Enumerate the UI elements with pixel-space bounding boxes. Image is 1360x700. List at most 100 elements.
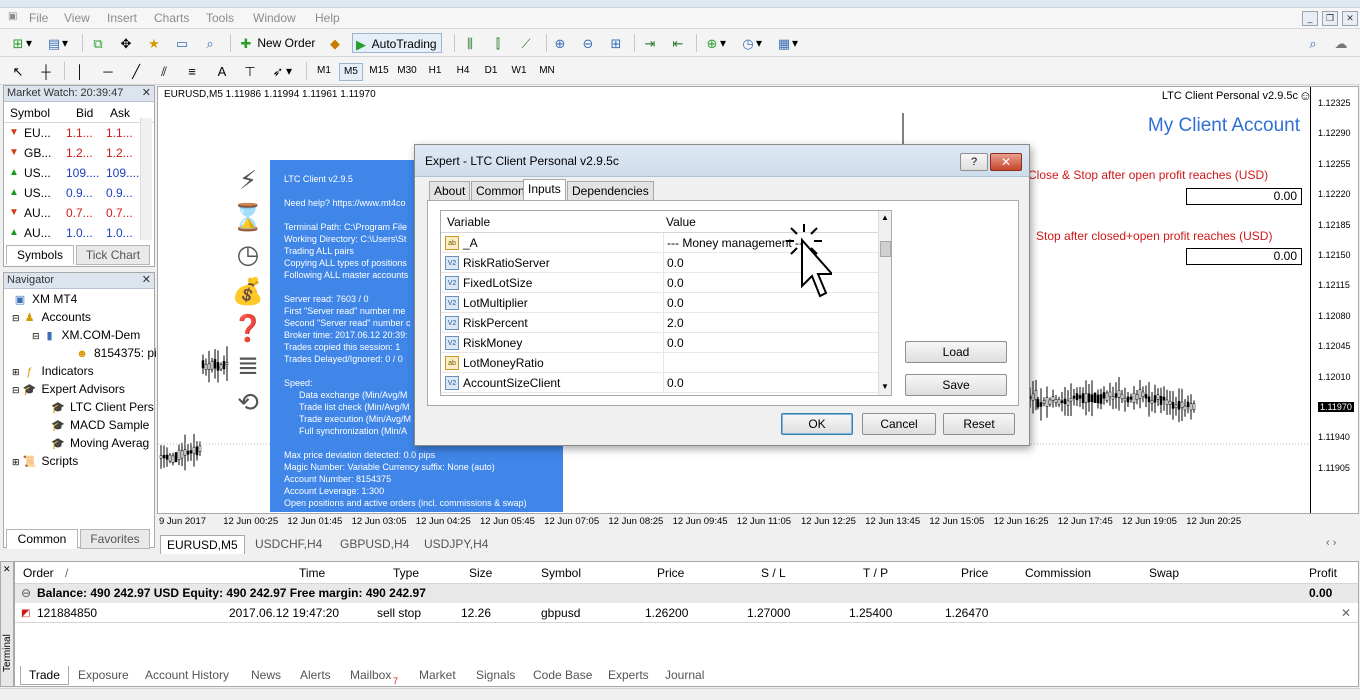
tab-common[interactable]: Common xyxy=(6,529,78,549)
market-watch-row[interactable]: ▲ US... 109.... 109.... xyxy=(4,163,156,183)
tf-mn[interactable]: MN xyxy=(535,63,559,79)
trendline-button[interactable]: ╱ xyxy=(128,61,144,81)
col-ask[interactable]: Ask xyxy=(110,103,130,123)
help-icon[interactable]: ❓ xyxy=(225,310,271,347)
text-button[interactable]: A xyxy=(214,61,230,81)
delete-order-icon[interactable]: ✕ xyxy=(1341,604,1351,623)
market-watch-row[interactable]: ▲ US... 0.9... 0.9... xyxy=(4,183,156,203)
menu-help[interactable]: Help xyxy=(315,11,340,25)
tab-news[interactable]: News xyxy=(251,666,281,684)
tab-mailbox[interactable]: Mailbox xyxy=(350,666,391,684)
text-label-button[interactable]: ⊤ xyxy=(242,61,258,81)
input-value[interactable] xyxy=(663,353,878,373)
input-value[interactable]: 2.0 xyxy=(663,313,878,333)
inputs-scrollbar[interactable]: ▲ ▼ xyxy=(878,211,891,395)
tab-code-base[interactable]: Code Base xyxy=(533,666,592,684)
tab-tick-chart[interactable]: Tick Chart xyxy=(76,245,150,265)
tab-favorites[interactable]: Favorites xyxy=(80,529,150,549)
market-watch-row[interactable]: ▼ GB... 1.2... 1.2... xyxy=(4,143,156,163)
dialog-close-button[interactable]: ✕ xyxy=(990,153,1022,171)
search-button[interactable]: ⌕ xyxy=(1305,33,1321,53)
reset-button[interactable]: Reset xyxy=(943,413,1015,435)
data-window-button[interactable]: ✥ xyxy=(118,33,134,53)
indicators-button[interactable]: ⊕ ▾ xyxy=(704,33,726,53)
market-watch-scrollbar[interactable] xyxy=(140,118,152,240)
tab-signals[interactable]: Signals xyxy=(476,666,515,684)
col-variable[interactable]: Variable xyxy=(447,211,490,233)
tf-d1[interactable]: D1 xyxy=(479,63,503,79)
input-value[interactable]: 0.0 xyxy=(663,273,878,293)
tab-exposure[interactable]: Exposure xyxy=(78,666,129,684)
col-symbol[interactable]: Symbol xyxy=(541,566,581,580)
cancel-button[interactable]: Cancel xyxy=(862,413,936,435)
chart-tab-usdjpy-h4[interactable]: USDJPY,H4 xyxy=(418,535,494,554)
tester-button[interactable]: ⌕ xyxy=(202,33,218,53)
autoscroll-button[interactable]: ⇤ xyxy=(670,33,686,53)
market-watch-row[interactable]: ▲ AU... 1.0... 1.0... xyxy=(4,223,156,243)
new-chart-button[interactable]: ⊞ ▾ xyxy=(10,33,32,53)
col-time[interactable]: Time xyxy=(299,566,325,580)
input-value[interactable]: 0.0 xyxy=(663,373,878,393)
menu-insert[interactable]: Insert xyxy=(107,11,137,25)
tf-w1[interactable]: W1 xyxy=(507,63,531,79)
hourglass-icon[interactable]: ⌛ xyxy=(225,199,271,236)
tile-windows-button[interactable]: ⊞ xyxy=(608,33,624,53)
menu-window[interactable]: Window xyxy=(253,11,296,25)
input-value[interactable]: --- Money management --- xyxy=(663,233,878,253)
tab-market[interactable]: Market xyxy=(419,666,456,684)
equidistant-channel-button[interactable]: ⫽ xyxy=(156,61,172,81)
col-size[interactable]: Size xyxy=(469,566,492,580)
order-row[interactable]: ◩ 121884850 2017.06.12 19:47:20 sell sto… xyxy=(15,604,1358,623)
menu-file[interactable]: File xyxy=(29,11,48,25)
sync-icon[interactable]: ⟲ xyxy=(225,384,271,421)
candlestick-button[interactable]: ⫿ xyxy=(490,33,506,53)
tf-h4[interactable]: H4 xyxy=(451,63,475,79)
market-watch-row[interactable]: ▼ AU... 0.7... 0.7... xyxy=(4,203,156,223)
scroll-up-icon[interactable]: ▲ xyxy=(881,213,889,222)
navigator-button[interactable]: ★ xyxy=(146,33,162,53)
col-commission[interactable]: Commission xyxy=(1025,566,1091,580)
col-swap[interactable]: Swap xyxy=(1149,566,1179,580)
tf-m5[interactable]: M5 xyxy=(339,63,363,81)
tab-inputs[interactable]: Inputs xyxy=(523,179,566,201)
horizontal-line-button[interactable]: ─ xyxy=(100,61,116,81)
nav-indicators[interactable]: ⊞ ƒ Indicators xyxy=(12,362,94,381)
nav-scripts[interactable]: ⊞ 📜 Scripts xyxy=(12,452,78,471)
load-button[interactable]: Load xyxy=(905,341,1007,363)
chart-tab-eurusd-m5[interactable]: EURUSD,M5 xyxy=(160,535,245,554)
line-chart-button[interactable]: ⟋ xyxy=(518,33,534,53)
tab-symbols[interactable]: Symbols xyxy=(6,245,74,265)
cursor-button[interactable]: ↖ xyxy=(10,61,26,81)
nav-server[interactable]: ⊟ ▮ XM.COM-Dem xyxy=(32,326,140,345)
arrows-button[interactable]: ➶ ▾ xyxy=(270,61,292,81)
input-value[interactable]: 0.0 xyxy=(663,333,878,353)
stopwatch-icon[interactable]: ◷ xyxy=(225,236,271,273)
menu-view[interactable]: View xyxy=(64,11,90,25)
tf-m30[interactable]: M30 xyxy=(395,63,419,79)
zoom-in-button[interactable]: ⊕ xyxy=(552,33,568,53)
nav-accounts[interactable]: ⊟ ♟ Accounts xyxy=(12,308,91,327)
nav-xm-mt4[interactable]: ▣ XM MT4 xyxy=(12,290,78,308)
market-watch-button[interactable]: ⧉ xyxy=(90,33,106,53)
equalizer-icon[interactable]: ≣ xyxy=(225,347,271,384)
menu-charts[interactable]: Charts xyxy=(154,11,189,25)
nav-ea-moving-average[interactable]: 🎓 Moving Averag xyxy=(50,434,149,452)
chart-shift-button[interactable]: ⇥ xyxy=(642,33,658,53)
tab-about[interactable]: About xyxy=(429,181,471,201)
tab-alerts[interactable]: Alerts xyxy=(300,666,331,684)
autotrading-button[interactable]: ▶ AutoTrading xyxy=(352,33,442,53)
chart-tab-usdchf-h4[interactable]: USDCHF,H4 xyxy=(249,535,328,554)
tab-account-history[interactable]: Account History xyxy=(145,666,229,684)
scroll-thumb[interactable] xyxy=(880,241,891,257)
close-icon[interactable]: ✕ xyxy=(3,564,11,575)
col-type[interactable]: Type xyxy=(393,566,419,580)
input-value[interactable]: 0.0 xyxy=(663,253,878,273)
close-icon[interactable]: ✕ xyxy=(1342,11,1358,26)
minimize-icon[interactable]: _ xyxy=(1302,11,1318,26)
menu-tools[interactable]: Tools xyxy=(206,11,234,25)
scroll-down-icon[interactable]: ▼ xyxy=(881,382,889,391)
close-icon[interactable]: ✕ xyxy=(142,273,151,288)
money-bag-icon[interactable]: 💰 xyxy=(225,273,271,310)
zoom-out-button[interactable]: ⊖ xyxy=(580,33,596,53)
input-value[interactable]: 0.0 xyxy=(663,293,878,313)
